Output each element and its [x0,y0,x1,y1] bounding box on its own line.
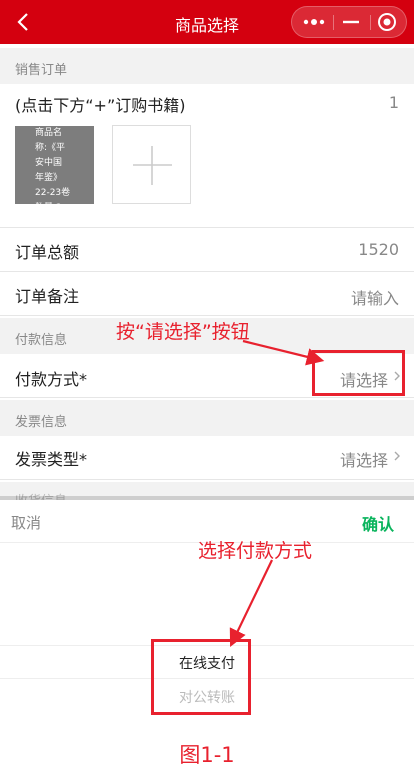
book-card-line: 称:《平 [35,143,66,153]
minimize-button[interactable] [332,7,370,37]
chevron-right-icon [394,451,400,461]
order-note-row[interactable]: 订单备注 请输入 [0,272,414,316]
book-card-line: 数量:2 [35,201,94,204]
book-card-line: 安中国 [35,158,63,168]
add-book-button[interactable] [112,125,191,204]
order-total-value: 1520 [358,240,399,259]
order-note-input[interactable]: 请输入 [351,285,399,309]
payment-method-label: 付款方式* [15,370,88,389]
plus-icon [133,146,172,185]
picker-cancel-button[interactable]: 取消 [11,512,41,533]
section-invoice: 发票信息 [0,400,414,436]
minimize-icon [343,20,359,24]
invoice-type-row[interactable]: 发票类型* 请选择 [0,436,414,480]
order-total-label: 订单总额 [15,243,80,262]
invoice-type-select[interactable]: 请选择 [340,447,388,471]
close-circle-icon [378,13,396,31]
invoice-type-label: 发票类型* [15,450,88,469]
picker-confirm-button[interactable]: 确认 [362,511,394,535]
book-card-line: 22-23卷 [35,188,71,198]
figure-caption: 图1-1 [179,743,235,767]
annotation-box-options [151,639,251,715]
order-item-count: 1 [388,93,399,112]
book-card-line: 商品名 [35,128,63,138]
book-item-thumbnail[interactable]: 商品名称:《平安中国年鉴》 22-23卷数量:2 [15,126,94,204]
nav-bar: 商品选择 [0,0,414,44]
order-instruction: (点击下方“+”订购书籍) [15,96,186,115]
annotation-step2: 选择付款方式 [198,540,313,562]
annotation-step1: 按“请选择”按钮 [116,321,250,343]
more-dots-icon [303,19,325,25]
order-note-label: 订单备注 [15,287,80,306]
more-button[interactable] [295,7,333,37]
book-card-line: 年鉴》 [35,173,63,183]
section-sales-order: 销售订单 [0,48,414,84]
mini-program-capsule [291,6,407,38]
annotation-box-select [312,350,405,396]
close-button[interactable] [368,7,406,37]
order-total-row: 订单总额 1520 [0,228,414,272]
